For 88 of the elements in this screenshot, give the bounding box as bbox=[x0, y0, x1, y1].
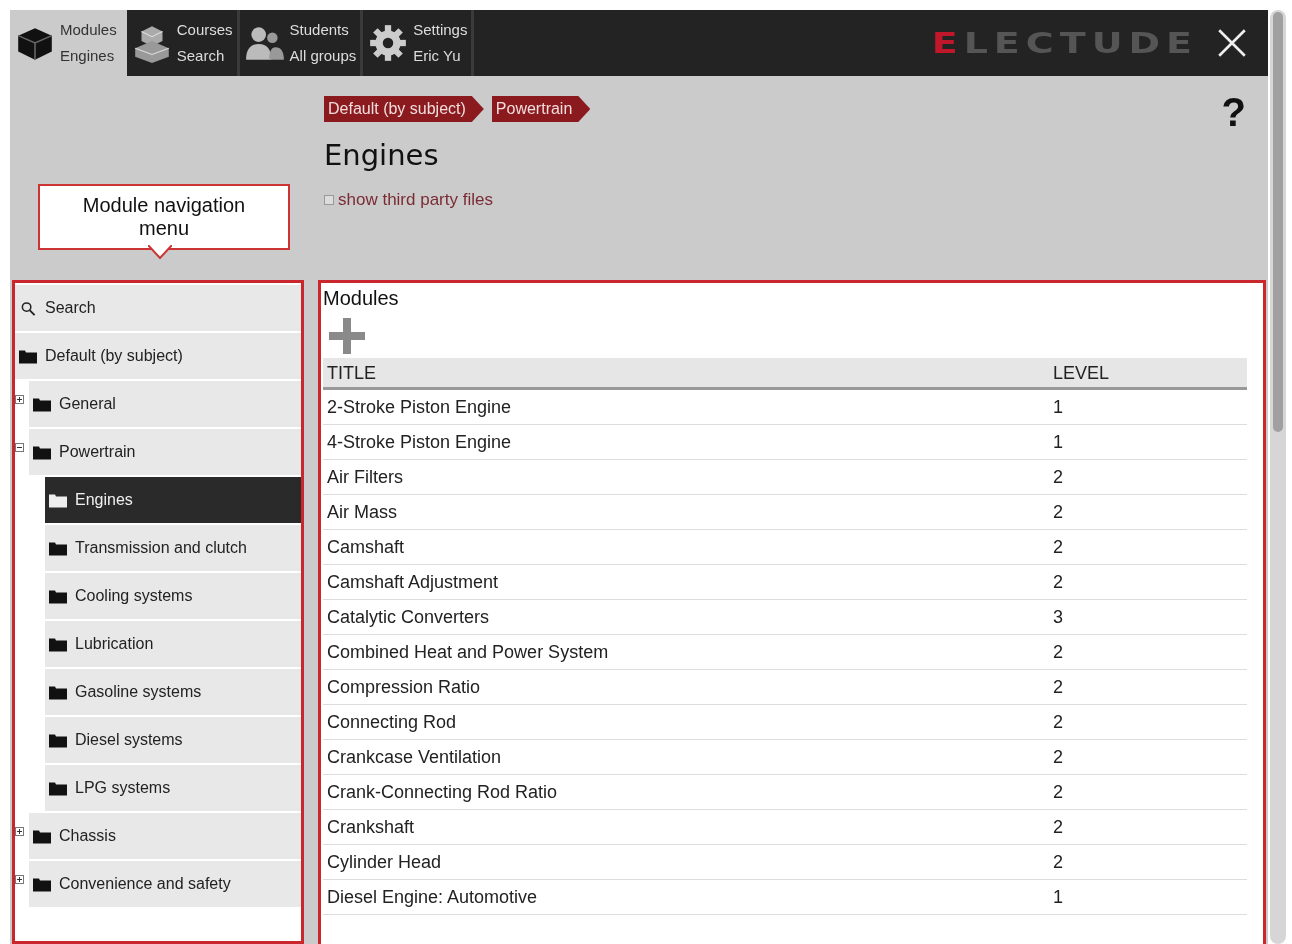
checkbox[interactable] bbox=[324, 195, 334, 205]
tree-item[interactable]: Default (by subject) bbox=[15, 333, 301, 379]
nav-tab[interactable]: Settings Eric Yu bbox=[363, 10, 475, 76]
nav-tab[interactable]: Modules Engines bbox=[10, 10, 127, 76]
table-cell: 2 bbox=[1049, 494, 1247, 530]
table-cell: Camshaft bbox=[323, 529, 1049, 565]
table-cell: 3 bbox=[1049, 599, 1247, 635]
help-button[interactable]: ? bbox=[1221, 90, 1246, 135]
tab-subtitle: Eric Yu bbox=[413, 46, 462, 66]
folder-icon bbox=[49, 540, 67, 556]
tree-item[interactable]: Engines bbox=[45, 477, 301, 523]
table-cell: 4-Stroke Piston Engine bbox=[323, 424, 1049, 460]
breadcrumb[interactable]: Default (by subject) bbox=[324, 96, 484, 122]
tree-item[interactable]: General bbox=[29, 381, 301, 427]
scrollbar[interactable] bbox=[1270, 10, 1286, 944]
tab-title: Modules bbox=[60, 20, 117, 40]
tree-item[interactable]: Search bbox=[15, 285, 301, 331]
table-cell: 2 bbox=[1049, 844, 1247, 880]
tree-item[interactable]: Transmission and clutch bbox=[45, 525, 301, 571]
tab-subtitle: Engines bbox=[60, 46, 116, 66]
tree-item[interactable]: Cooling systems bbox=[45, 573, 301, 619]
folder-icon bbox=[33, 396, 51, 412]
expander-icon[interactable] bbox=[15, 395, 24, 404]
search-icon bbox=[19, 300, 37, 316]
table-cell: 1 bbox=[1049, 879, 1247, 915]
table-cell: 2 bbox=[1049, 634, 1247, 670]
table-cell: 2 bbox=[1049, 809, 1247, 845]
tree-item[interactable]: Lubrication bbox=[45, 621, 301, 667]
tab-title: Settings bbox=[413, 20, 468, 40]
table-cell: 2 bbox=[1049, 459, 1247, 495]
tree-item[interactable]: Convenience and safety bbox=[29, 861, 301, 907]
table-cell: 1 bbox=[1049, 388, 1247, 425]
page-title: Engines bbox=[324, 138, 440, 172]
table-cell: Compression Ratio bbox=[323, 669, 1049, 705]
table-cell: 2 bbox=[1049, 704, 1247, 740]
folder-icon bbox=[49, 732, 67, 748]
folder-icon bbox=[49, 780, 67, 796]
checkbox-label[interactable]: show third party files bbox=[338, 190, 493, 210]
tree-item[interactable]: Chassis bbox=[29, 813, 301, 859]
table-cell: Crankcase Ventilation bbox=[323, 739, 1049, 775]
table-cell: Combined Heat and Power System bbox=[323, 634, 1049, 670]
callout-pointer bbox=[148, 245, 172, 259]
folder-icon bbox=[49, 588, 67, 604]
table-cell: Air Filters bbox=[323, 459, 1049, 495]
callout: Module navigation menu bbox=[38, 184, 290, 250]
expander-icon[interactable] bbox=[15, 827, 24, 836]
table-cell: 2 bbox=[1049, 529, 1247, 565]
table-cell: 1 bbox=[1049, 424, 1247, 460]
folder-icon bbox=[49, 684, 67, 700]
table-cell: Crank-Connecting Rod Ratio bbox=[323, 774, 1049, 810]
tree-item[interactable]: Diesel systems bbox=[45, 717, 301, 763]
table-cell: Camshaft Adjustment bbox=[323, 564, 1049, 600]
folder-icon bbox=[33, 444, 51, 460]
tab-subtitle: All groups bbox=[289, 46, 357, 66]
expander-icon[interactable] bbox=[15, 443, 24, 452]
column-header[interactable]: LEVEL bbox=[1049, 358, 1247, 389]
table-cell: 2 bbox=[1049, 739, 1247, 775]
table-cell: Air Mass bbox=[323, 494, 1049, 530]
nav-tab[interactable]: Courses Search bbox=[126, 10, 240, 76]
folder-icon bbox=[49, 492, 67, 508]
folder-icon bbox=[19, 348, 37, 364]
expander-icon[interactable] bbox=[15, 875, 24, 884]
folder-icon bbox=[33, 876, 51, 892]
column-header[interactable]: TITLE bbox=[323, 358, 1049, 389]
tree-item[interactable]: Gasoline systems bbox=[45, 669, 301, 715]
tree-item[interactable]: LPG systems bbox=[45, 765, 301, 811]
folder-icon bbox=[33, 828, 51, 844]
tab-title: Courses bbox=[176, 20, 233, 40]
breadcrumb[interactable]: Powertrain bbox=[491, 96, 591, 122]
close-icon[interactable] bbox=[1216, 27, 1248, 59]
table-cell: Crankshaft bbox=[323, 809, 1049, 845]
section-heading: Modules bbox=[323, 287, 400, 310]
table-cell: 2 bbox=[1049, 669, 1247, 705]
tree-item[interactable]: Powertrain bbox=[29, 429, 301, 475]
table-cell: Diesel Engine: Automotive bbox=[323, 879, 1049, 915]
table-cell: 2 bbox=[1049, 774, 1247, 810]
add-icon[interactable] bbox=[329, 318, 365, 354]
table-cell: 2 bbox=[1049, 564, 1247, 600]
tab-subtitle: Search bbox=[176, 46, 226, 66]
folder-icon bbox=[49, 636, 67, 652]
table-cell: 2-Stroke Piston Engine bbox=[323, 388, 1049, 425]
table-cell: Catalytic Converters bbox=[323, 599, 1049, 635]
scrollbar-thumb[interactable] bbox=[1273, 12, 1283, 432]
nav-tab[interactable]: Students All groups bbox=[239, 10, 364, 76]
table-cell: Connecting Rod bbox=[323, 704, 1049, 740]
logo: ELECTUDE bbox=[931, 26, 1198, 60]
tab-title: Students bbox=[289, 20, 350, 40]
table-cell: Cylinder Head bbox=[323, 844, 1049, 880]
